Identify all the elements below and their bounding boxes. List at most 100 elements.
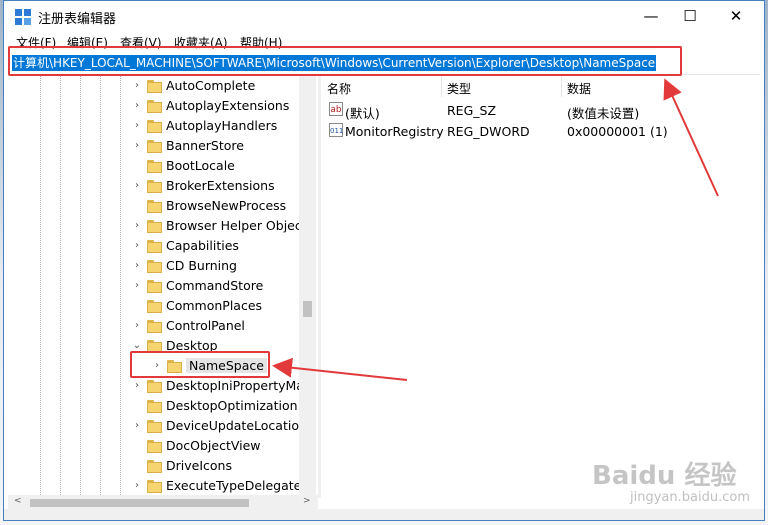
folder-icon xyxy=(147,380,162,393)
tree-node-label: DeviceUpdateLocations xyxy=(166,418,314,433)
maximize-button[interactable]: ☐ xyxy=(667,1,713,32)
horizontal-scroll-thumb[interactable] xyxy=(30,499,249,507)
tree-node-label: AutoplayExtensions xyxy=(166,98,290,113)
binary-value-icon: 011 xyxy=(329,123,343,137)
chevron-right-icon[interactable]: › xyxy=(132,320,142,331)
value-data: 0x00000001 (1) xyxy=(567,124,668,139)
scroll-right-arrow[interactable]: > xyxy=(303,496,311,506)
registry-editor-window: 注册表编辑器 — ☐ ✕ 文件(F) 编辑(E) 查看(V) 收藏夹(A) 帮助… xyxy=(3,0,765,521)
close-button[interactable]: ✕ xyxy=(713,1,759,32)
folder-icon xyxy=(147,140,162,153)
window-title: 注册表编辑器 xyxy=(38,12,117,27)
tree-node[interactable]: › BrokerExtensions xyxy=(8,177,318,197)
tree-node[interactable]: › ExecuteTypeDelegates xyxy=(8,477,318,495)
value-row[interactable]: ab (默认) REG_SZ (数值未设置) xyxy=(321,100,760,121)
tree-node[interactable]: › AutoplayHandlers xyxy=(8,117,318,137)
chevron-right-icon[interactable]: › xyxy=(132,100,142,111)
scroll-left-arrow[interactable]: < xyxy=(14,496,22,506)
tree-node[interactable]: › ControlPanel xyxy=(8,317,318,337)
tree-node[interactable]: › CommandStore xyxy=(8,277,318,297)
chevron-down-icon[interactable]: ⌄ xyxy=(132,340,142,351)
chevron-right-icon[interactable]: › xyxy=(132,380,142,391)
tree-node-label: BrowseNewProcess xyxy=(166,198,287,213)
column-header-data[interactable]: 数据 xyxy=(567,80,591,97)
chevron-right-icon[interactable]: › xyxy=(132,120,142,131)
tree-node[interactable]: BrowseNewProcess xyxy=(8,197,318,217)
tree-node-label: CommonPlaces xyxy=(166,298,263,313)
folder-icon xyxy=(147,180,162,193)
chevron-right-icon[interactable]: › xyxy=(132,420,142,431)
chevron-right-icon[interactable]: › xyxy=(132,260,142,271)
tree-node[interactable]: › AutoComplete xyxy=(8,77,318,97)
tree-node[interactable]: › CD Burning xyxy=(8,257,318,277)
tree-node-label: AutoplayHandlers xyxy=(166,118,278,133)
tree-node[interactable]: DocObjectView xyxy=(8,437,318,457)
folder-icon xyxy=(147,460,162,473)
tree-node[interactable]: › Browser Helper Object xyxy=(8,217,318,237)
tree-node-label: DriveIcons xyxy=(166,458,232,473)
tree-node[interactable]: DriveIcons xyxy=(8,457,318,477)
folder-icon xyxy=(147,200,162,213)
tree-node[interactable]: DesktopOptimization xyxy=(8,397,318,417)
value-name: (默认) xyxy=(345,106,380,121)
tree-node-label: BootLocale xyxy=(166,158,235,173)
column-divider[interactable] xyxy=(441,75,442,97)
tree-node[interactable]: › DeviceUpdateLocations xyxy=(8,417,318,437)
folder-icon xyxy=(147,260,162,273)
folder-icon xyxy=(147,100,162,113)
folder-icon xyxy=(147,220,162,233)
folder-icon xyxy=(147,320,162,333)
value-name: MonitorRegistry xyxy=(345,124,444,139)
tree-node-label: AutoComplete xyxy=(166,78,256,93)
tree-node[interactable]: CommonPlaces xyxy=(8,297,318,317)
tree-node[interactable]: › AutoplayExtensions xyxy=(8,97,318,117)
registry-tree: › AutoComplete › AutoplayExtensions › Autopla… xyxy=(8,75,318,495)
address-highlight-box xyxy=(8,46,682,76)
tree-node-label: CommandStore xyxy=(166,278,264,293)
folder-icon xyxy=(147,420,162,433)
folder-icon xyxy=(147,440,162,453)
chevron-right-icon[interactable]: › xyxy=(132,280,142,291)
tree-vertical-scrollbar[interactable] xyxy=(299,75,316,495)
tree-node[interactable]: BootLocale xyxy=(8,157,318,177)
folder-icon xyxy=(147,480,162,493)
tree-node-label: DesktopOptimization xyxy=(166,398,298,413)
watermark-logo: Baidu 经验 xyxy=(592,461,737,491)
title-bar[interactable]: 注册表编辑器 — ☐ ✕ xyxy=(4,1,764,32)
chevron-right-icon[interactable]: › xyxy=(132,140,142,151)
column-header-name[interactable]: 名称 xyxy=(327,80,351,97)
column-divider[interactable] xyxy=(561,75,562,97)
namespace-highlight-box xyxy=(130,351,270,378)
tree-node-label: DocObjectView xyxy=(166,438,261,453)
tree-node-label: Capabilities xyxy=(166,238,239,253)
tree-node-label: CD Burning xyxy=(166,258,237,273)
tree-node-label: ControlPanel xyxy=(166,318,245,333)
chevron-right-icon[interactable]: › xyxy=(132,220,142,231)
string-value-icon: ab xyxy=(329,102,343,116)
folder-icon xyxy=(147,400,162,413)
tree-node[interactable]: › BannerStore xyxy=(8,137,318,157)
value-row[interactable]: 011 MonitorRegistry REG_DWORD 0x00000001 (1… xyxy=(321,121,760,141)
folder-icon xyxy=(147,300,162,313)
tree-scroll-thumb[interactable] xyxy=(303,301,312,317)
tree-node-label: BrokerExtensions xyxy=(166,178,275,193)
chevron-right-icon[interactable]: › xyxy=(132,180,142,191)
regedit-app-icon xyxy=(15,9,31,25)
tree-node-label: BannerStore xyxy=(166,138,244,153)
tree-node-label: DesktopIniPropertyMa xyxy=(166,378,304,393)
watermark-url: jingyan.baidu.com xyxy=(630,490,750,505)
folder-icon xyxy=(147,120,162,133)
value-type: REG_DWORD xyxy=(447,124,530,139)
chevron-right-icon[interactable]: › xyxy=(132,240,142,251)
folder-icon xyxy=(147,160,162,173)
status-bar xyxy=(4,509,764,520)
tree-node[interactable]: › DesktopIniPropertyMa xyxy=(8,377,318,397)
value-type: REG_SZ xyxy=(447,103,497,118)
chevron-right-icon[interactable]: › xyxy=(132,80,142,91)
folder-icon xyxy=(147,280,162,293)
tree-node[interactable]: › Capabilities xyxy=(8,237,318,257)
tree-node-label: ExecuteTypeDelegates xyxy=(166,478,308,493)
folder-icon xyxy=(147,240,162,253)
chevron-right-icon[interactable]: › xyxy=(132,480,142,491)
column-header-type[interactable]: 类型 xyxy=(447,80,471,97)
